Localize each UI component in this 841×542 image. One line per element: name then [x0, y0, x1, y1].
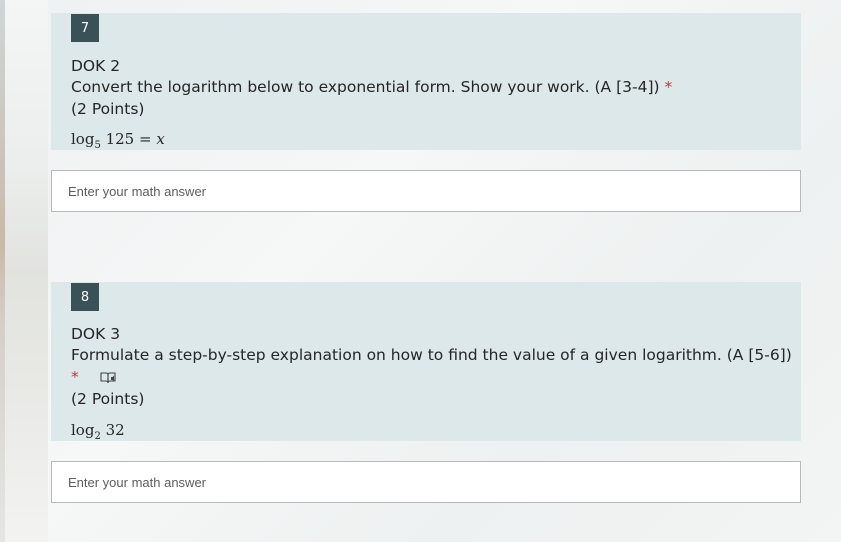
question-math-expression: log2 32: [71, 421, 125, 442]
required-asterisk: *: [664, 78, 673, 96]
math-answer-input[interactable]: [66, 182, 770, 200]
question-8-card: 8 DOK 3 Formulate a step-by-step explana…: [51, 282, 801, 442]
background-left-edge: [0, 0, 48, 542]
question-points: (2 Points): [71, 390, 145, 408]
question-dok-level: DOK 2: [71, 57, 121, 75]
question-points: (2 Points): [71, 100, 145, 118]
question-7-card: 7 DOK 2 Convert the logarithm below to e…: [51, 13, 801, 151]
math-answer-input[interactable]: [66, 473, 770, 491]
question-dok-level: DOK 3: [71, 325, 121, 343]
question-required-row: *: [71, 368, 116, 386]
answer-box-question-8[interactable]: [51, 461, 801, 503]
question-math-expression: log5 125 = x: [71, 130, 165, 151]
immersive-reader-icon[interactable]: [100, 371, 116, 385]
required-asterisk: *: [71, 368, 79, 386]
question-prompt: Convert the logarithm below to exponenti…: [71, 78, 673, 96]
answer-box-question-7[interactable]: [51, 170, 801, 212]
question-number-badge: 7: [71, 14, 99, 42]
question-prompt: Formulate a step-by-step explanation on …: [71, 346, 792, 364]
question-number-badge: 8: [71, 283, 99, 311]
